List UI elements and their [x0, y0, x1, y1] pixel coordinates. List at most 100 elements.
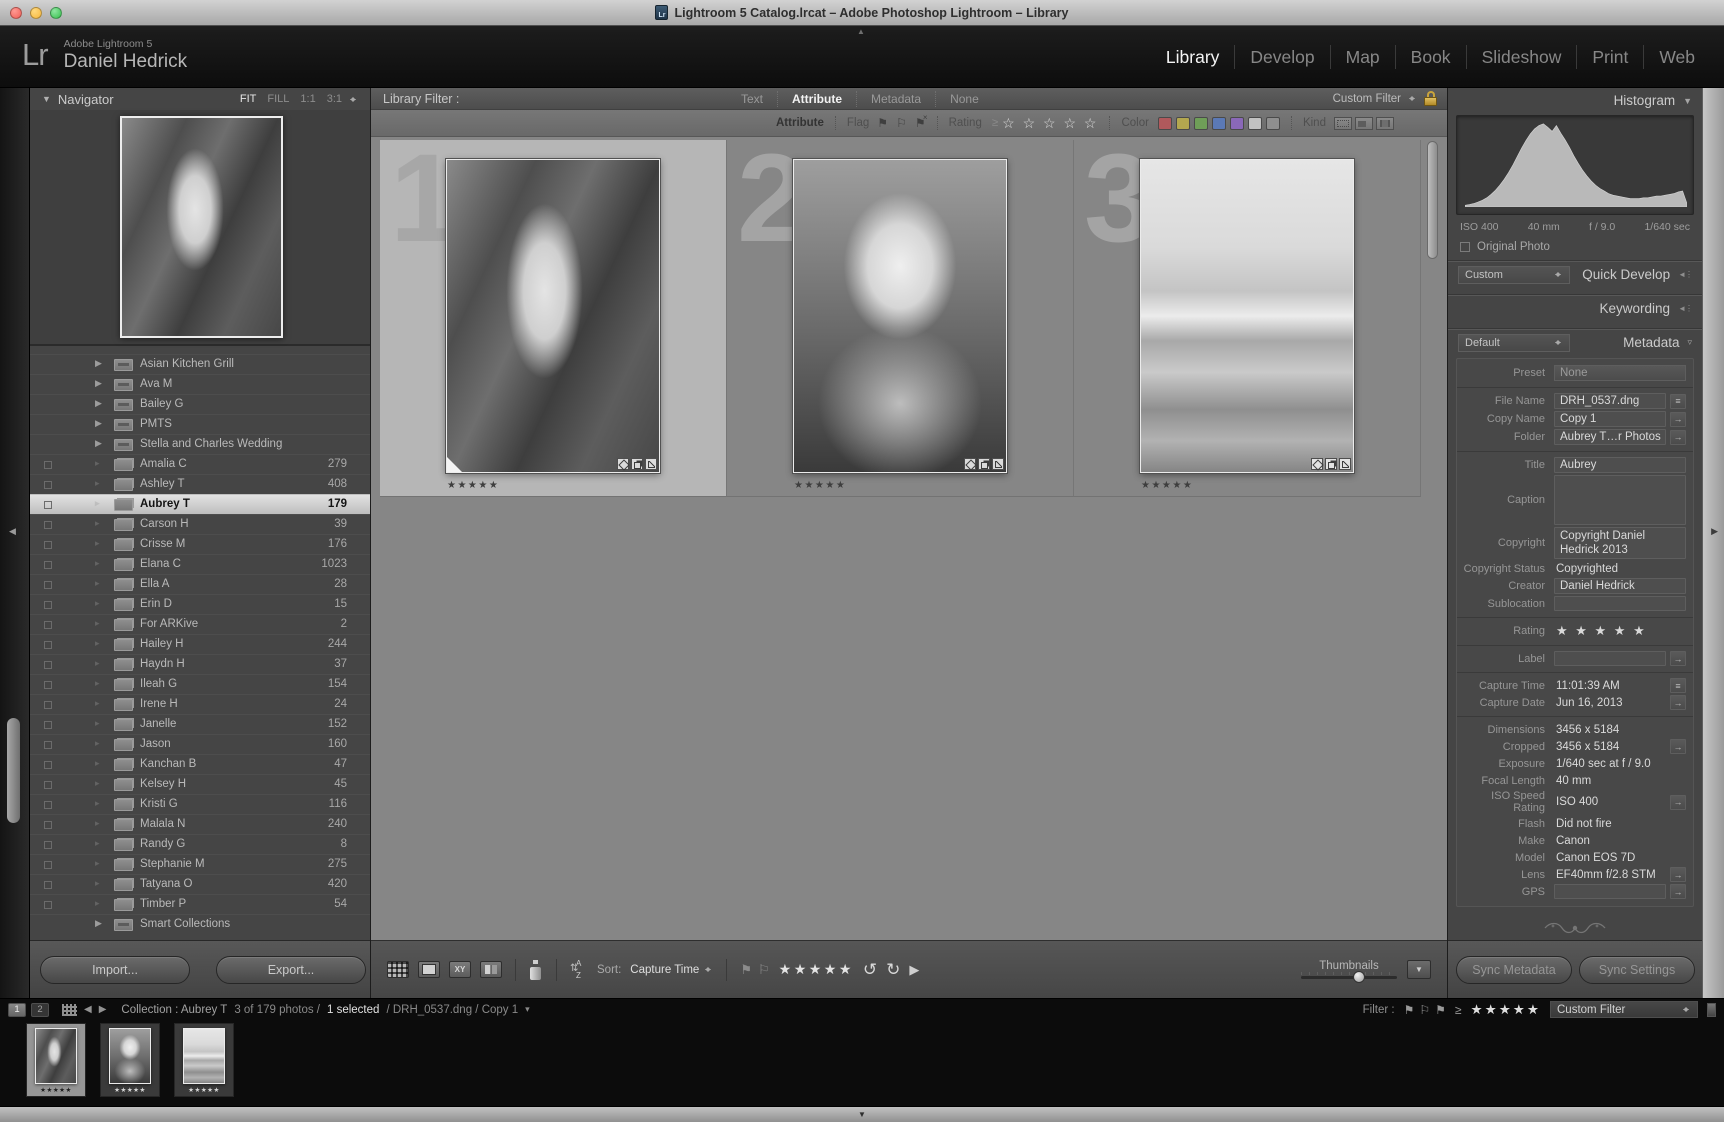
- disclosure-triangle-icon[interactable]: [95, 718, 100, 729]
- navigator-zoom-option[interactable]: 1:1: [300, 93, 315, 105]
- metadata-go-arrow-icon[interactable]: →: [1670, 867, 1686, 882]
- collection-row[interactable]: Jason 160: [30, 734, 370, 754]
- disclosure-triangle-icon[interactable]: [95, 678, 100, 689]
- collection-row[interactable]: Kristi G 116: [30, 794, 370, 814]
- color-swatch[interactable]: [1266, 117, 1280, 130]
- collection-export-checkbox[interactable]: [44, 881, 52, 889]
- loupe-view-icon[interactable]: [418, 961, 440, 978]
- filmstrip-thumbnail-image[interactable]: [109, 1028, 151, 1084]
- color-swatch[interactable]: [1248, 117, 1262, 130]
- disclosure-triangle-icon[interactable]: [95, 758, 100, 769]
- color-swatch[interactable]: [1158, 117, 1172, 130]
- collection-export-checkbox[interactable]: [44, 461, 52, 469]
- export-button[interactable]: Export...: [216, 956, 366, 984]
- metadata-field-value[interactable]: 40 mm: [1554, 773, 1686, 788]
- collection-export-checkbox[interactable]: [44, 701, 52, 709]
- collection-row[interactable]: Janelle 152: [30, 714, 370, 734]
- collection-row[interactable]: Stephanie M 275: [30, 854, 370, 874]
- metadata-field-value[interactable]: None: [1554, 365, 1686, 381]
- disclosure-triangle-icon[interactable]: [95, 558, 100, 569]
- histogram-collapse-icon[interactable]: ▼: [1683, 96, 1692, 106]
- metadata-go-arrow-icon[interactable]: →: [1670, 695, 1686, 710]
- navigator-header[interactable]: ▼ Navigator FIT FILL 1:1 3:1: [30, 88, 370, 110]
- crop-badge-icon[interactable]: [645, 458, 657, 470]
- disclosure-triangle-icon[interactable]: [95, 918, 102, 929]
- photo-thumbnail[interactable]: [446, 159, 660, 473]
- filter-tab[interactable]: Text: [727, 91, 777, 107]
- collection-row[interactable]: Smart Collections: [30, 914, 370, 934]
- rotate-left-icon[interactable]: ↺: [863, 961, 877, 978]
- close-window-button[interactable]: [10, 7, 22, 19]
- photo-thumbnail[interactable]: [1140, 159, 1354, 473]
- metadata-go-arrow-icon[interactable]: →: [1670, 739, 1686, 754]
- disclosure-triangle-icon[interactable]: [95, 778, 100, 789]
- collection-export-checkbox[interactable]: [44, 581, 52, 589]
- secondary-window-button[interactable]: 2: [31, 1003, 49, 1017]
- keyword-badge-icon[interactable]: [617, 458, 629, 470]
- collection-row[interactable]: Crisse M 176: [30, 534, 370, 554]
- go-forward-icon[interactable]: ▶: [99, 1004, 107, 1015]
- metadata-field-value[interactable]: 3456 x 5184: [1554, 722, 1686, 737]
- module-tab[interactable]: Print: [1576, 45, 1643, 69]
- grid-view-icon[interactable]: [387, 961, 409, 978]
- toolbar-flag-reject-icon[interactable]: ⚐: [758, 962, 770, 978]
- collection-row[interactable]: Carson H 39: [30, 514, 370, 534]
- bottom-panel-reveal-icon[interactable]: ▼: [858, 1110, 866, 1119]
- disclosure-triangle-icon[interactable]: [95, 438, 102, 449]
- collection-export-checkbox[interactable]: [44, 561, 52, 569]
- grid-scrollbar-thumb[interactable]: [1427, 141, 1438, 259]
- import-button[interactable]: Import...: [40, 956, 190, 984]
- collection-row[interactable]: Stella and Charles Wedding: [30, 434, 370, 454]
- collection-row[interactable]: For ARKive 2: [30, 614, 370, 634]
- metadata-field-value[interactable]: 3456 x 5184: [1554, 739, 1666, 754]
- disclosure-triangle-icon[interactable]: [95, 578, 100, 589]
- flag-unflagged-icon[interactable]: ⚐: [896, 116, 907, 130]
- collection-row[interactable]: Tatyana O 420: [30, 874, 370, 894]
- disclosure-triangle-icon[interactable]: [95, 598, 100, 609]
- filmstrip-rating-stars[interactable]: ★★★★★: [1470, 1002, 1541, 1018]
- metadata-field-value[interactable]: Aubrey: [1554, 457, 1686, 473]
- sync-settings-button[interactable]: Sync Settings: [1579, 956, 1695, 984]
- filter-tab[interactable]: Metadata: [856, 91, 935, 107]
- collection-row[interactable]: Kelsey H 45: [30, 774, 370, 794]
- filmstrip-source-label[interactable]: Collection : Aubrey T: [121, 1004, 227, 1016]
- metadata-field-value[interactable]: DRH_0537.dng: [1554, 393, 1666, 409]
- navigator-zoom-option[interactable]: FILL: [267, 93, 289, 105]
- original-photo-checkbox[interactable]: [1460, 242, 1470, 252]
- crop-badge-icon[interactable]: [1339, 458, 1351, 470]
- collection-export-checkbox[interactable]: [44, 681, 52, 689]
- metadata-field-value[interactable]: EF40mm f/2.8 STM: [1554, 867, 1666, 882]
- grid-cell[interactable]: 2 ★★★★★: [727, 140, 1074, 497]
- filmstrip-flag-unflagged-icon[interactable]: ⚐: [1419, 1003, 1430, 1017]
- module-tab[interactable]: Web: [1643, 45, 1710, 69]
- copy-badge-icon[interactable]: [631, 458, 643, 470]
- disclosure-triangle-icon[interactable]: [95, 398, 102, 409]
- sync-metadata-button[interactable]: Sync Metadata: [1456, 956, 1572, 984]
- collection-row[interactable]: PMTS: [30, 414, 370, 434]
- disclosure-triangle-icon[interactable]: [95, 358, 102, 369]
- cell-rating-stars[interactable]: ★★★★★: [794, 480, 846, 491]
- collection-export-checkbox[interactable]: [44, 761, 52, 769]
- metadata-field-value[interactable]: ISO 400: [1554, 795, 1666, 810]
- zoom-window-button[interactable]: [50, 7, 62, 19]
- collection-row[interactable]: Hailey H 244: [30, 634, 370, 654]
- collection-row[interactable]: Ileah G 154: [30, 674, 370, 694]
- metadata-field-value[interactable]: [1554, 475, 1686, 525]
- collection-row[interactable]: Irene H 24: [30, 694, 370, 714]
- metadata-field-value[interactable]: Did not fire: [1554, 816, 1686, 831]
- collection-row[interactable]: Amalia C 279: [30, 454, 370, 474]
- disclosure-triangle-icon[interactable]: [95, 838, 100, 849]
- keywording-header[interactable]: Keywording ◄⋮: [1448, 296, 1702, 321]
- disclosure-triangle-icon[interactable]: [95, 418, 102, 429]
- thumbnail-slider-knob[interactable]: [1353, 971, 1365, 983]
- filter-preset-value[interactable]: Custom Filter: [1333, 93, 1401, 105]
- top-panel-reveal-icon[interactable]: ▲: [857, 27, 865, 36]
- rotate-right-icon[interactable]: ↻: [886, 961, 900, 978]
- color-swatch[interactable]: [1230, 117, 1244, 130]
- collection-export-checkbox[interactable]: [44, 861, 52, 869]
- cell-rating-stars[interactable]: ★★★★★: [1141, 480, 1193, 491]
- keyword-badge-icon[interactable]: [1311, 458, 1323, 470]
- filmstrip-thumbnail-image[interactable]: [183, 1028, 225, 1084]
- filmstrip-flag-pick-icon[interactable]: ⚑: [1404, 1003, 1415, 1017]
- disclosure-triangle-icon[interactable]: [95, 698, 100, 709]
